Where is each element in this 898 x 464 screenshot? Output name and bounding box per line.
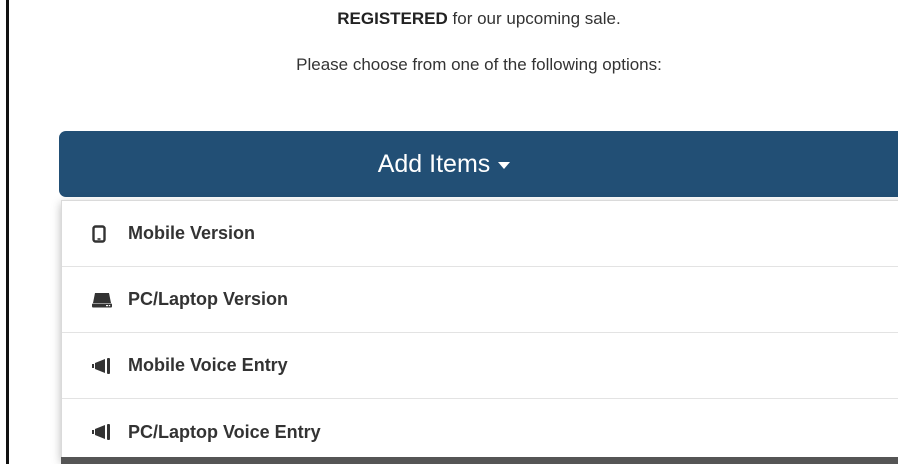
bullhorn-icon	[92, 357, 114, 374]
menu-item-pc-laptop-voice-entry[interactable]: PC/Laptop Voice Entry	[62, 399, 898, 464]
add-items-dropdown-menu: Mobile Version PC/Laptop Version Mobile …	[61, 200, 898, 460]
underlying-panel-edge	[61, 457, 898, 464]
mobile-phone-icon	[92, 224, 114, 243]
menu-item-label: PC/Laptop Version	[128, 289, 289, 309]
registered-message: REGISTERED for our upcoming sale.	[60, 9, 898, 29]
menu-item-label: PC/Laptop Voice Entry	[128, 421, 321, 442]
bullhorn-icon	[92, 424, 114, 440]
left-border-rule	[6, 0, 9, 464]
laptop-icon	[92, 292, 114, 308]
page: REGISTERED for our upcoming sale. Please…	[0, 0, 898, 464]
menu-item-label: Mobile Version	[128, 223, 256, 243]
menu-item-pc-laptop-version[interactable]: PC/Laptop Version	[62, 267, 898, 333]
menu-item-mobile-version[interactable]: Mobile Version	[62, 201, 898, 267]
add-items-button[interactable]: Add Items	[59, 131, 898, 197]
add-items-label: Add Items	[377, 149, 491, 178]
menu-item-label: Mobile Voice Entry	[128, 355, 288, 375]
caret-down-icon	[498, 161, 511, 169]
registered-bold-text: REGISTERED	[337, 9, 448, 28]
menu-item-mobile-voice-entry[interactable]: Mobile Voice Entry	[62, 333, 898, 399]
registered-rest-text: for our upcoming sale.	[447, 9, 621, 28]
choose-options-text: Please choose from one of the following …	[296, 55, 662, 74]
